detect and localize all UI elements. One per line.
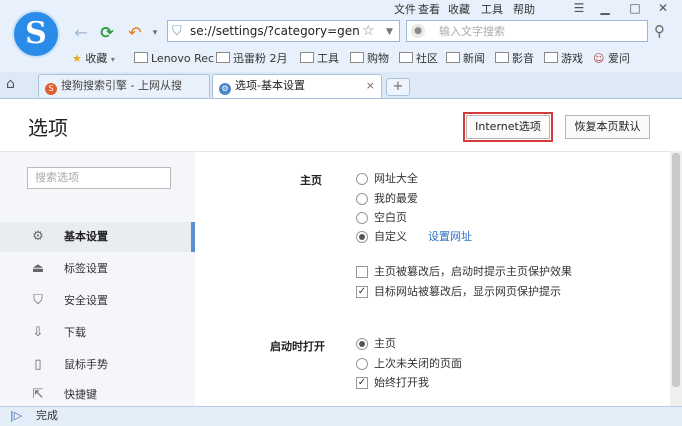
maximize-icon[interactable]: □ xyxy=(624,0,646,16)
new-tab-button[interactable]: + xyxy=(386,78,410,96)
bookmark-item[interactable]: 影音 xyxy=(495,51,534,67)
menu-view[interactable]: 查看 xyxy=(418,1,440,16)
security-shield-icon: ⛉ xyxy=(172,24,182,39)
tab-sogou-search[interactable]: S 搜狗搜索引擎 - 上网从搜 xyxy=(38,74,210,97)
sidebar-item-mouse[interactable]: ▯ 鼠标手势 xyxy=(0,350,195,380)
tab-icon: ⏏ xyxy=(31,261,45,276)
bookmark-item[interactable]: 新闻 xyxy=(446,51,485,67)
bookmark-item[interactable]: 游戏 xyxy=(544,51,583,67)
undo-dropdown-icon[interactable]: ▾ xyxy=(144,22,166,44)
shield-icon: ⛉ xyxy=(33,293,43,308)
checkbox-homepage-protect[interactable] xyxy=(356,266,368,278)
back-arrow-icon[interactable]: ← xyxy=(70,22,92,44)
page-title: 选项 xyxy=(28,116,68,140)
folder-icon xyxy=(495,52,509,63)
close-tab-icon[interactable]: × xyxy=(366,75,375,96)
radio-homepage-custom[interactable] xyxy=(356,231,368,243)
reset-defaults-button[interactable]: 恢复本页默认 xyxy=(565,115,650,139)
skin-icon[interactable]: ☰ xyxy=(568,0,590,16)
section-homepage-label: 主页 xyxy=(300,174,322,187)
folder-icon xyxy=(134,52,148,63)
home-icon[interactable]: ⌂ xyxy=(6,76,15,92)
shortcut-icon: ⇱ xyxy=(32,387,44,402)
folder-icon xyxy=(350,52,364,63)
radio-startup-home[interactable] xyxy=(356,338,368,350)
bookmark-favorites[interactable]: ★ 收藏 ▾ xyxy=(72,51,115,67)
bookmark-item[interactable]: 迅雷粉 2月 xyxy=(216,51,288,67)
checkbox-label: 主页被篡改后，启动时提示主页保护效果 xyxy=(374,265,572,278)
bookmark-item[interactable]: ☺ 爱问 xyxy=(593,51,630,67)
radio-homepage-nav[interactable] xyxy=(356,173,368,185)
radio-homepage-favorites[interactable] xyxy=(356,193,368,205)
startup-option-label: 主页 xyxy=(374,337,396,350)
set-url-link[interactable]: 设置网址 xyxy=(428,230,472,244)
search-box[interactable]: ● 输入文字搜索 xyxy=(406,20,648,42)
section-startup-label: 启动时打开 xyxy=(270,340,325,353)
bookmark-item[interactable]: 购物 xyxy=(350,51,389,67)
refresh-icon[interactable]: ⟳ xyxy=(96,22,118,44)
menu-favorites[interactable]: 收藏 xyxy=(448,1,470,16)
address-bar[interactable]: ⛉ se://settings/?category=gen ☆ ▼ xyxy=(167,20,400,42)
startup-option-label: 上次未关闭的页面 xyxy=(374,357,462,370)
address-dropdown-icon[interactable]: ▼ xyxy=(386,23,393,41)
checkbox-site-protect[interactable]: ✓ xyxy=(356,286,368,298)
checkbox-label: 始终打开我 xyxy=(374,376,429,389)
folder-icon xyxy=(216,52,230,63)
checkbox-always-open[interactable]: ✓ xyxy=(356,377,368,389)
tab-settings[interactable]: ⚙ 选项-基本设置 × xyxy=(212,74,382,98)
minimize-icon[interactable]: ▁ xyxy=(594,0,616,16)
sidebar-item-shortcut[interactable]: ⇱ 快捷键 xyxy=(0,382,195,406)
browser-logo-icon: S xyxy=(12,10,60,58)
address-input[interactable]: se://settings/?category=gen xyxy=(190,22,360,40)
homepage-option-label: 网址大全 xyxy=(374,172,418,185)
status-text: 完成 xyxy=(36,409,58,422)
person-icon: ☺ xyxy=(593,52,605,65)
homepage-option-label: 空白页 xyxy=(374,211,407,224)
search-engine-icon[interactable]: ● xyxy=(411,24,425,38)
content-scrollbar[interactable] xyxy=(670,151,682,406)
scrollbar-thumb[interactable] xyxy=(672,153,680,387)
search-input[interactable]: 输入文字搜索 xyxy=(439,23,505,41)
checkbox-label: 目标网站被篡改后，显示网页保护提示 xyxy=(374,285,561,298)
sidebar-item-security[interactable]: ⛉ 安全设置 xyxy=(0,286,195,316)
folder-icon xyxy=(399,52,413,63)
undo-icon[interactable]: ↶ xyxy=(124,22,146,44)
sogou-icon: S xyxy=(45,83,57,95)
favorite-star-icon[interactable]: ☆ xyxy=(362,22,375,40)
gear-icon: ⚙ xyxy=(219,83,231,95)
close-window-icon[interactable]: ✕ xyxy=(652,0,674,16)
folder-icon xyxy=(300,52,314,63)
folder-icon xyxy=(544,52,558,63)
sidebar-toggle-icon[interactable]: |▷ xyxy=(10,409,22,422)
status-bar: |▷ 完成 xyxy=(0,406,682,426)
star-icon: ★ xyxy=(72,52,82,65)
sidebar-item-tabs[interactable]: ⏏ 标签设置 xyxy=(0,254,195,284)
bookmark-item[interactable]: Lenovo Rec xyxy=(134,51,214,67)
homepage-option-label: 我的最爱 xyxy=(374,192,418,205)
search-icon[interactable]: ⚲ xyxy=(654,22,665,40)
gear-icon: ⚙ xyxy=(32,229,44,244)
menu-file[interactable]: 文件 xyxy=(394,1,416,16)
menu-help[interactable]: 帮助 xyxy=(513,1,535,16)
radio-startup-last-session[interactable] xyxy=(356,358,368,370)
sidebar-item-basic[interactable]: ⚙ 基本设置 xyxy=(0,222,195,252)
bookmark-item[interactable]: 工具 xyxy=(300,51,339,67)
internet-options-button[interactable]: Internet选项 xyxy=(463,112,553,142)
download-icon: ⇩ xyxy=(32,325,44,340)
mouse-icon: ▯ xyxy=(34,357,42,372)
bookmark-item[interactable]: 社区 xyxy=(399,51,438,67)
sidebar-search-input[interactable]: 搜索选项 xyxy=(27,167,171,189)
sidebar-item-download[interactable]: ⇩ 下载 xyxy=(0,318,195,348)
radio-homepage-blank[interactable] xyxy=(356,212,368,224)
homepage-option-label: 自定义 xyxy=(374,230,407,243)
folder-icon xyxy=(446,52,460,63)
menu-tools[interactable]: 工具 xyxy=(481,1,503,16)
